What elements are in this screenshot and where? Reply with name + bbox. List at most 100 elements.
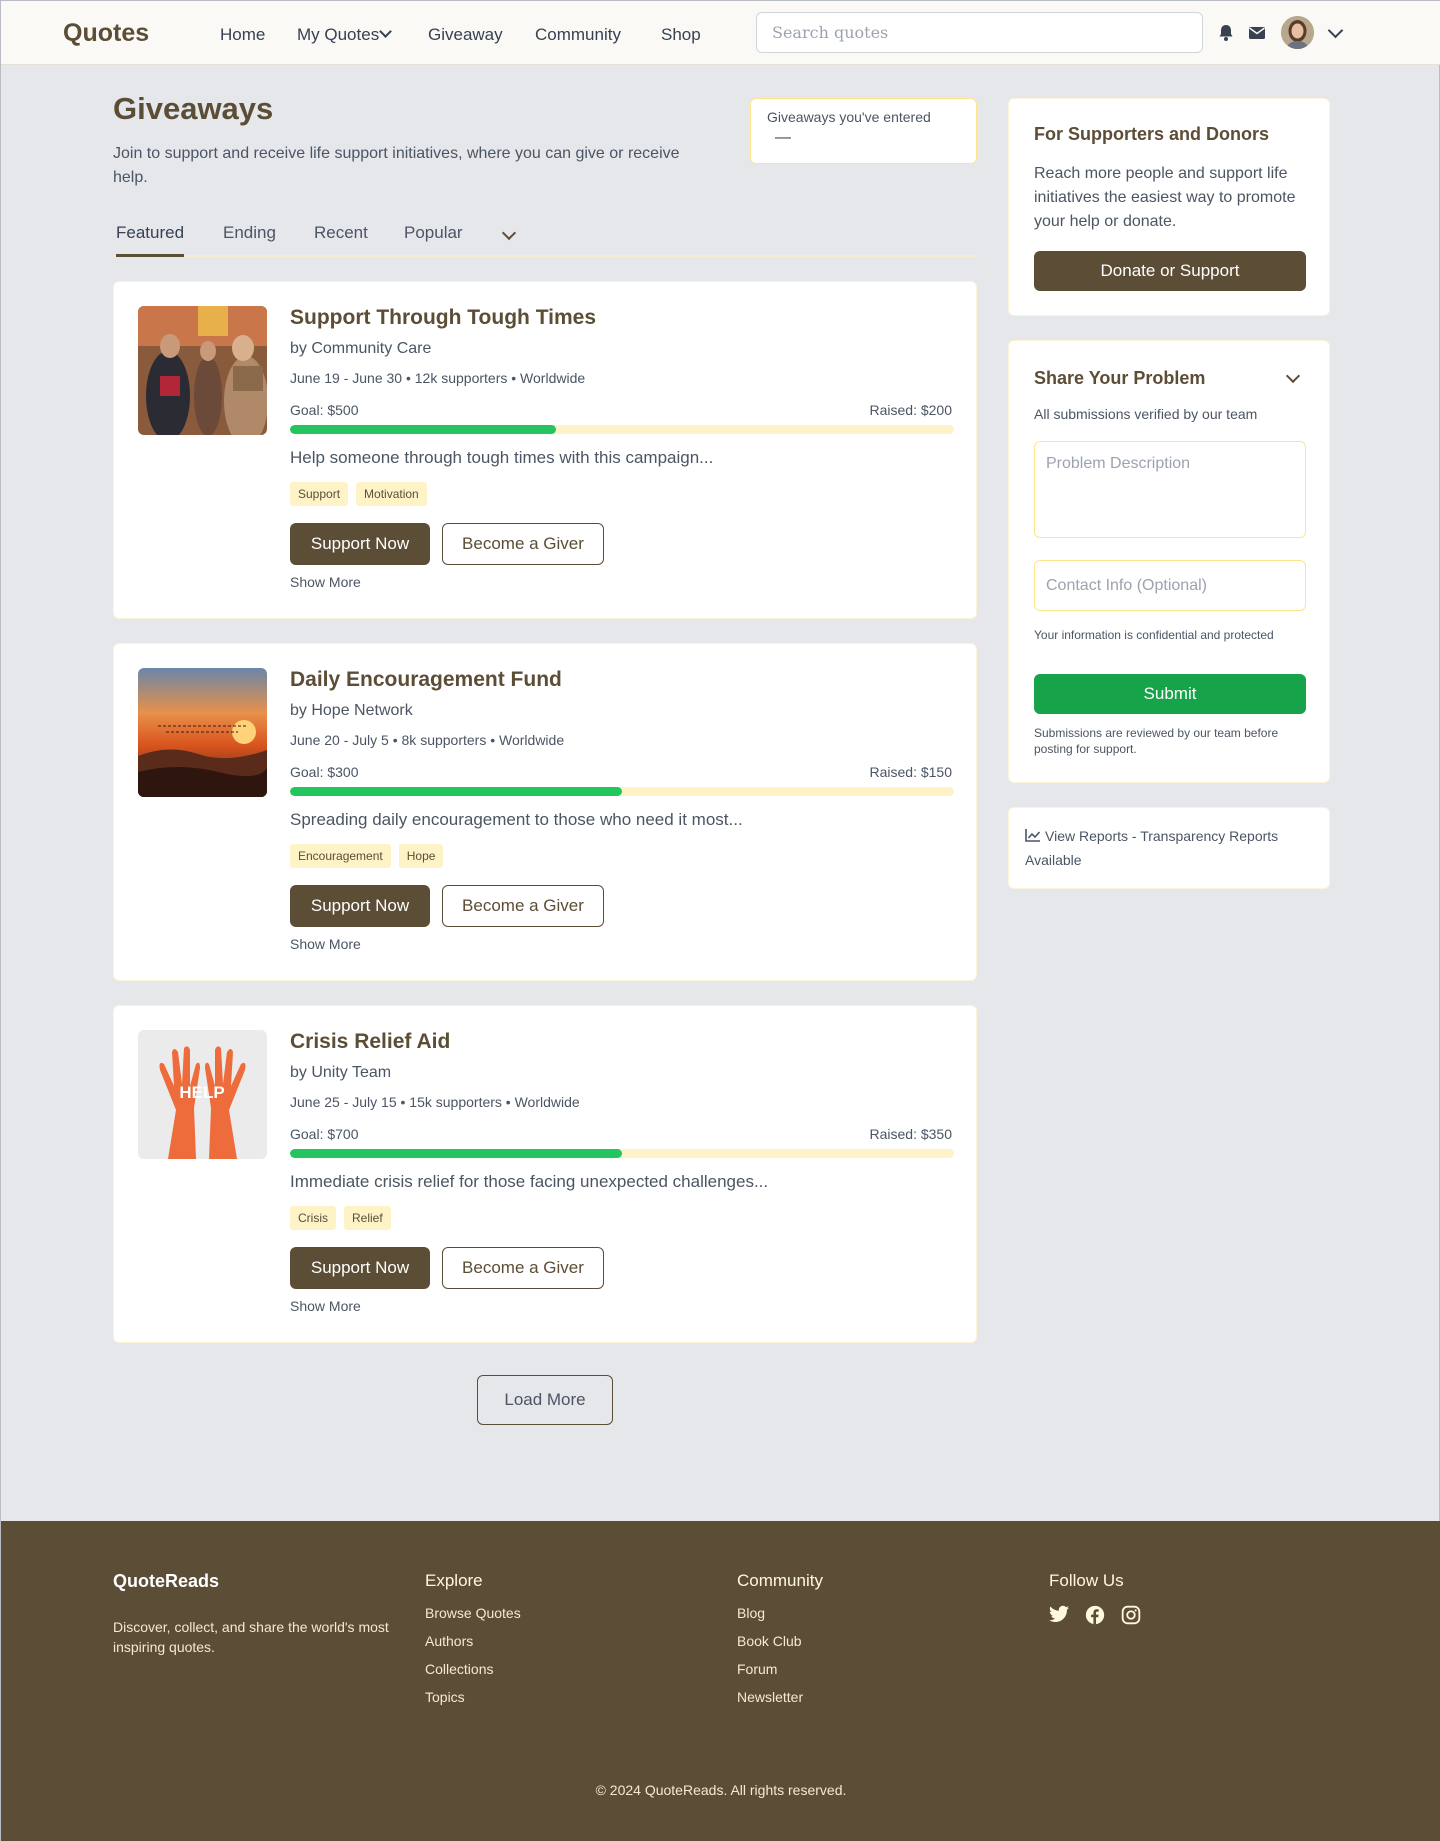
footer-description: Discover, collect, and share the world's… xyxy=(113,1619,389,1655)
page-title: Giveaways xyxy=(113,91,274,126)
share-problem-panel: Share Your Problem All submissions verif… xyxy=(1008,340,1330,783)
social-links xyxy=(1049,1605,1141,1625)
instagram-icon[interactable] xyxy=(1121,1605,1141,1625)
footer-community: Community Blog Book Club Forum Newslette… xyxy=(737,1571,823,1717)
footer-link[interactable]: Blog xyxy=(737,1605,823,1621)
tag[interactable]: Motivation xyxy=(356,482,427,506)
tag[interactable]: Support xyxy=(290,482,349,506)
submit-button[interactable]: Submit xyxy=(1034,674,1306,714)
problem-description-field[interactable] xyxy=(1034,441,1306,538)
nav-my-quotes[interactable]: My Quotes xyxy=(297,25,393,45)
campaign-raised: Raised: $150 xyxy=(869,764,952,780)
progress-bar xyxy=(290,787,954,796)
footer-link[interactable]: Topics xyxy=(425,1689,521,1705)
progress-fill xyxy=(290,1149,622,1158)
footer-explore: Explore Browse Quotes Authors Collection… xyxy=(425,1571,521,1717)
footer-link[interactable]: Collections xyxy=(425,1661,521,1677)
campaign-title[interactable]: Crisis Relief Aid xyxy=(290,1030,450,1054)
footer-link[interactable]: Book Club xyxy=(737,1633,823,1649)
campaign-tags: Support Motivation xyxy=(290,482,427,506)
campaign-title[interactable]: Support Through Tough Times xyxy=(290,306,596,330)
show-more-link[interactable]: Show More xyxy=(290,1298,361,1314)
chart-line-icon xyxy=(1025,829,1041,842)
campaign-raised: Raised: $350 xyxy=(869,1126,952,1142)
support-now-button[interactable]: Support Now xyxy=(290,885,430,927)
footer-link[interactable]: Authors xyxy=(425,1633,521,1649)
avatar[interactable] xyxy=(1281,16,1314,49)
twitter-icon[interactable] xyxy=(1049,1605,1069,1623)
campaign-image xyxy=(138,306,267,435)
support-now-button[interactable]: Support Now xyxy=(290,523,430,565)
become-giver-button[interactable]: Become a Giver xyxy=(442,1247,604,1289)
verification-note: All submissions verified by our team xyxy=(1034,406,1258,422)
footer-link[interactable]: Browse Quotes xyxy=(425,1605,521,1621)
contact-info-field[interactable] xyxy=(1034,560,1306,611)
view-reports-label: View Reports - Transparency Reports Avai… xyxy=(1025,828,1279,868)
tag[interactable]: Encouragement xyxy=(290,844,391,868)
tab-recent[interactable]: Recent xyxy=(314,223,368,257)
footer-link[interactable]: Forum xyxy=(737,1661,823,1677)
giveaway-card: HELP Crisis Relief Aid by Unity Team Jun… xyxy=(113,1005,977,1343)
campaign-meta: June 19 - June 30 • 12k supporters • Wor… xyxy=(290,370,586,386)
become-giver-button[interactable]: Become a Giver xyxy=(442,885,604,927)
campaign-description: Immediate crisis relief for those facing… xyxy=(290,1172,769,1191)
tab-featured[interactable]: Featured xyxy=(116,223,185,257)
tag[interactable]: Hope xyxy=(398,844,444,868)
campaign-image: HELP xyxy=(138,1030,267,1159)
campaign-meta: June 25 - July 15 • 15k supporters • Wor… xyxy=(290,1094,580,1110)
nav-giveaway[interactable]: Giveaway xyxy=(428,25,503,45)
campaign-tags: Encouragement Hope xyxy=(290,844,444,868)
support-now-button[interactable]: Support Now xyxy=(290,1247,430,1289)
tabs-more-chevron-icon[interactable] xyxy=(501,225,517,241)
footer-follow-title: Follow Us xyxy=(1049,1571,1124,1590)
collapse-chevron-icon[interactable] xyxy=(1285,368,1301,384)
tag[interactable]: Relief xyxy=(344,1206,391,1230)
bell-icon[interactable] xyxy=(1216,23,1236,43)
become-giver-button[interactable]: Become a Giver xyxy=(442,523,604,565)
show-more-link[interactable]: Show More xyxy=(290,574,361,590)
progress-bar xyxy=(290,1149,954,1158)
footer-brand: QuoteReads xyxy=(113,1571,220,1591)
campaign-goal: Goal: $700 xyxy=(290,1126,359,1142)
tab-ending[interactable]: Ending xyxy=(223,223,276,257)
campaign-goal: Goal: $500 xyxy=(290,402,359,418)
giveaway-card: Support Through Tough Times by Community… xyxy=(113,281,977,619)
mail-icon[interactable] xyxy=(1247,23,1267,43)
giveaway-tabs: Featured Ending Recent Popular xyxy=(113,223,977,257)
show-more-link[interactable]: Show More xyxy=(290,936,361,952)
nav-my-quotes-label: My Quotes xyxy=(297,25,380,44)
reports-panel[interactable]: View Reports - Transparency Reports Avai… xyxy=(1008,807,1330,889)
giveaways-entered-box: Giveaways you've entered — xyxy=(750,98,977,164)
footer-explore-title: Explore xyxy=(425,1571,483,1590)
campaign-title[interactable]: Daily Encouragement Fund xyxy=(290,668,562,692)
nav-community[interactable]: Community xyxy=(535,25,621,45)
giveaway-card: Daily Encouragement Fund by Hope Network… xyxy=(113,643,977,981)
account-menu-chevron-icon[interactable] xyxy=(1327,22,1344,39)
progress-fill xyxy=(290,787,622,796)
campaign-meta: June 20 - July 5 • 8k supporters • World… xyxy=(290,732,565,748)
campaign-description: Spreading daily encouragement to those w… xyxy=(290,810,743,829)
site-logo[interactable]: Quotes xyxy=(63,19,149,48)
tag[interactable]: Crisis xyxy=(290,1206,336,1230)
nav-home[interactable]: Home xyxy=(220,25,265,45)
nav-shop[interactable]: Shop xyxy=(661,25,701,45)
view-reports-link[interactable]: View Reports - Transparency Reports Avai… xyxy=(1025,824,1315,872)
footer-community-title: Community xyxy=(737,1571,823,1590)
campaign-goal: Goal: $300 xyxy=(290,764,359,780)
supporters-title: For Supporters and Donors xyxy=(1034,124,1270,144)
campaign-description: Help someone through tough times with th… xyxy=(290,448,714,467)
chevron-down-icon xyxy=(379,25,393,38)
campaign-organizer: by Hope Network xyxy=(290,702,413,719)
search-input[interactable] xyxy=(756,12,1203,53)
giveaways-entered-value: — xyxy=(775,129,791,146)
facebook-icon[interactable] xyxy=(1085,1605,1105,1625)
review-note: Submissions are reviewed by our team bef… xyxy=(1034,726,1279,756)
share-problem-title: Share Your Problem xyxy=(1034,368,1206,388)
donate-support-button[interactable]: Donate or Support xyxy=(1034,251,1306,291)
footer: QuoteReads Discover, collect, and share … xyxy=(1,1521,1440,1841)
load-more-button[interactable]: Load More xyxy=(477,1375,613,1425)
confidential-note: Your information is confidential and pro… xyxy=(1034,628,1274,642)
campaign-image-text: HELP xyxy=(179,1083,224,1102)
tab-popular[interactable]: Popular xyxy=(404,223,463,257)
footer-link[interactable]: Newsletter xyxy=(737,1689,823,1705)
